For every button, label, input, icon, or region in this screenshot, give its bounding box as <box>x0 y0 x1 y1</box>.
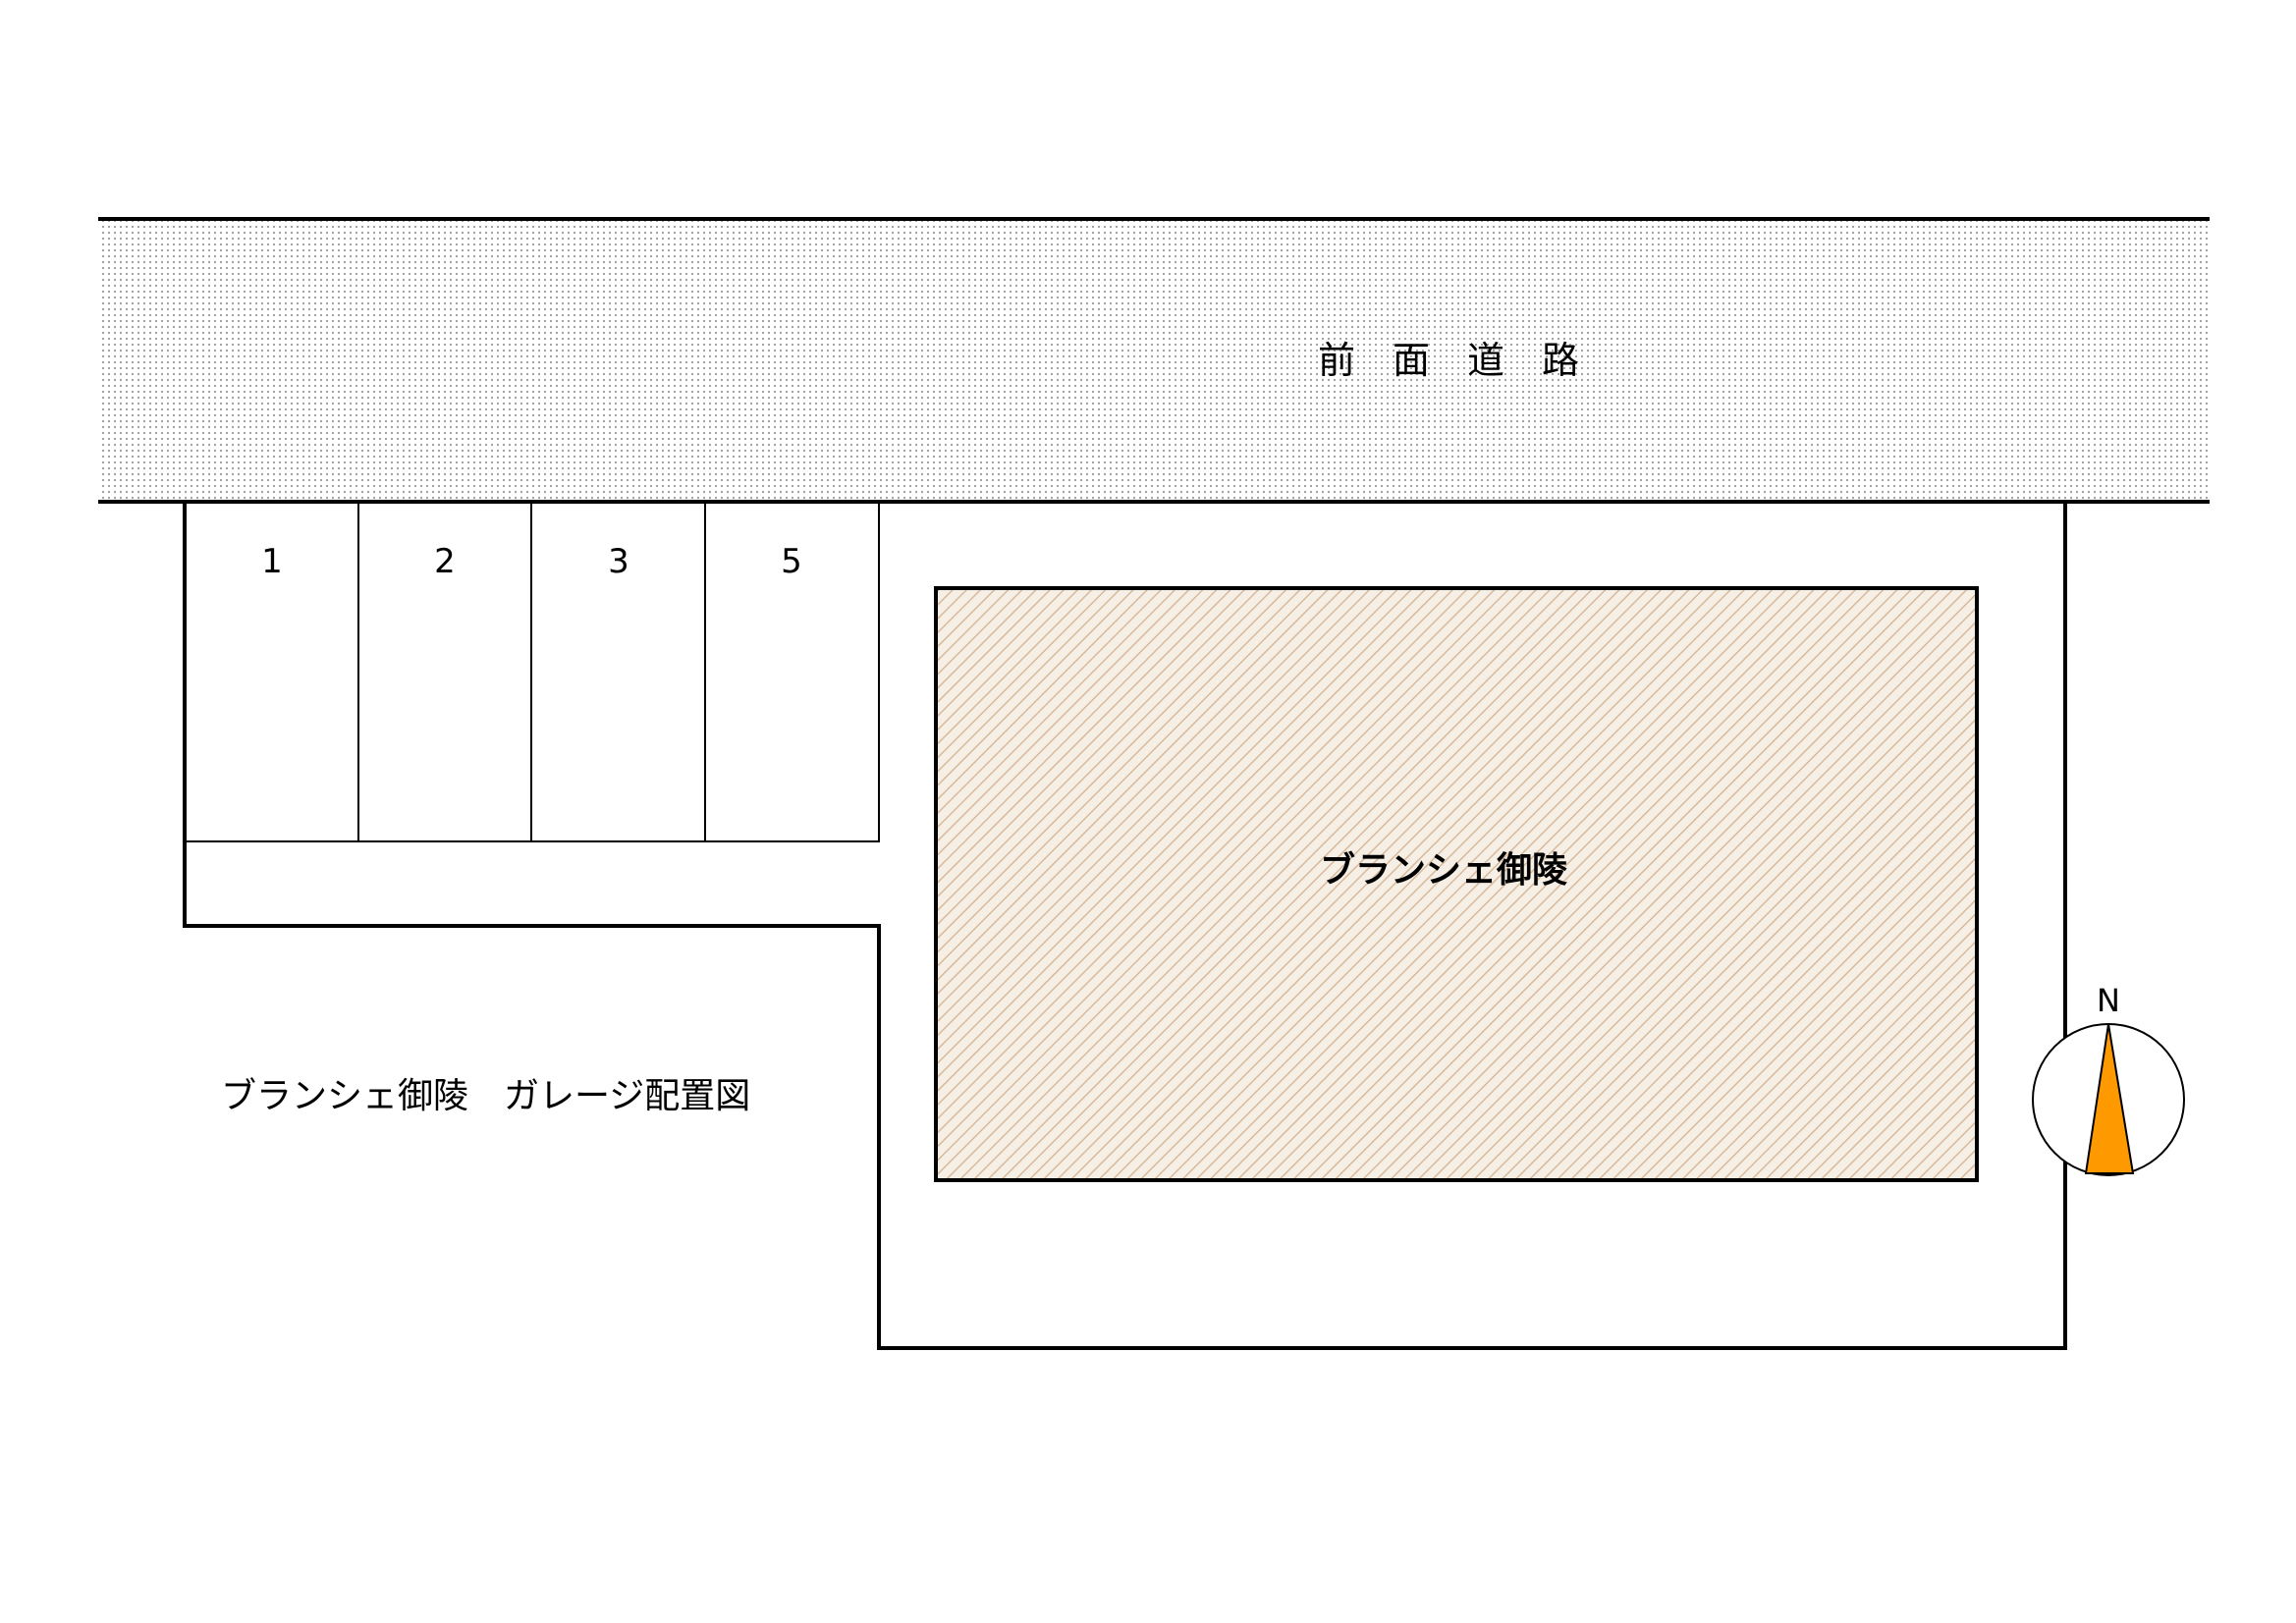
parking-area: 1 2 3 5 <box>184 501 880 842</box>
building-label: ブランシェ御陵 <box>1320 849 1567 891</box>
road-label: 前 面 道 路 <box>1318 339 1579 382</box>
parking-space-number: 5 <box>781 542 802 581</box>
road-surface <box>98 219 2210 502</box>
parking-space-number: 2 <box>434 542 456 581</box>
building: ブランシェ御陵 <box>934 586 1979 1182</box>
site-plan-diagram: 前 面 道 路 1 2 3 5 ブランシェ御陵 ブランシェ御陵 ガレージ配置図 … <box>98 217 2210 1350</box>
parking-space-number: 3 <box>608 542 629 581</box>
front-road: 前 面 道 路 <box>98 217 2210 504</box>
north-label: N <box>2097 982 2120 1019</box>
parking-space-number: 1 <box>261 542 283 581</box>
diagram-title: ブランシェ御陵 ガレージ配置図 <box>221 1076 750 1116</box>
compass-icon: N <box>2032 982 2185 1176</box>
